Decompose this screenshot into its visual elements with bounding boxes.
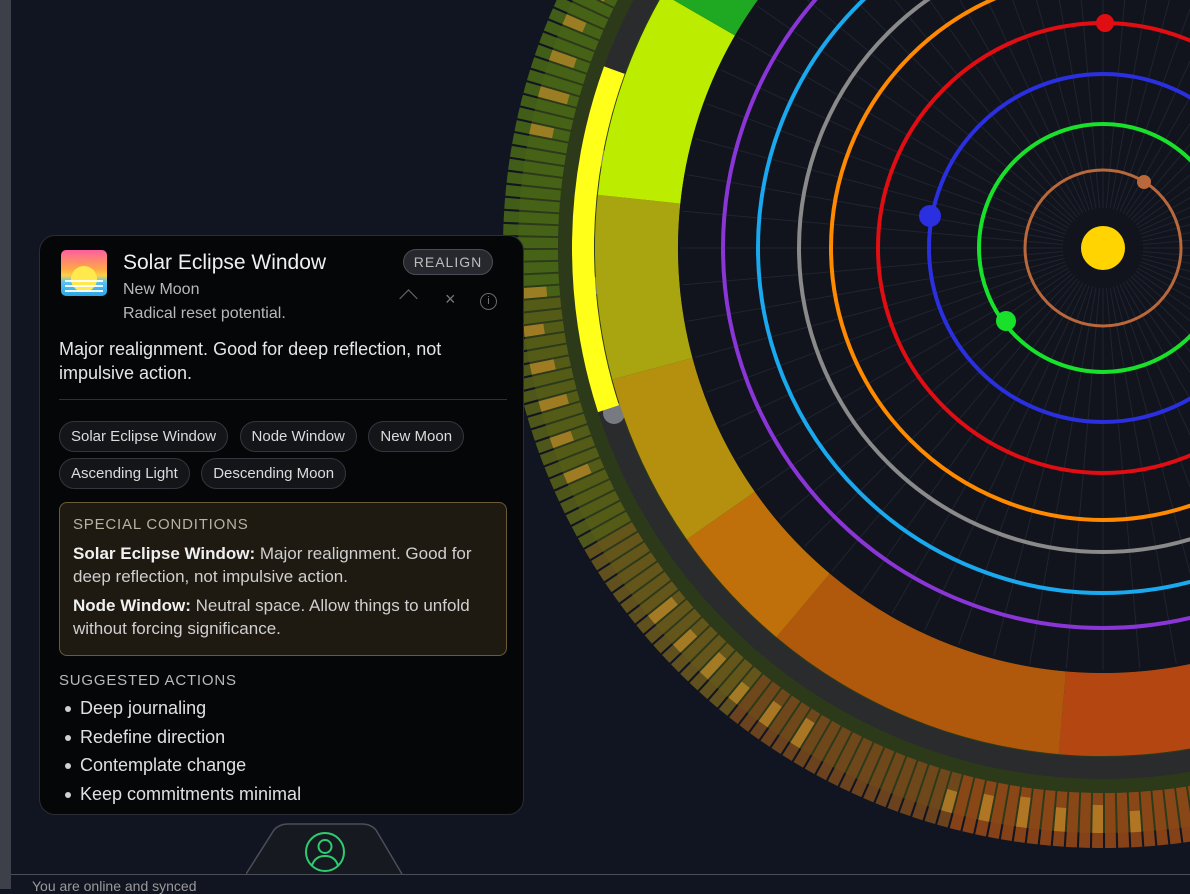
phase-segment	[595, 194, 693, 380]
tag-chip[interactable]: Ascending Light	[59, 458, 190, 489]
tag-list: Solar Eclipse Window Node Window New Moo…	[59, 421, 519, 495]
condition-item: Node Window: Neutral space. Allow things…	[73, 594, 493, 640]
tag-chip[interactable]: Descending Moon	[201, 458, 347, 489]
phase-info-panel: Solar Eclipse Window New Moon Radical re…	[39, 235, 524, 815]
planet-marker	[996, 311, 1016, 331]
action-item: Deep journaling	[59, 694, 301, 723]
tag-chip[interactable]: New Moon	[368, 421, 465, 452]
planet-marker	[1137, 175, 1151, 189]
action-item: Keep commitments minimal	[59, 780, 301, 809]
suggested-actions-heading: SUGGESTED ACTIONS	[59, 672, 237, 689]
profile-tab[interactable]	[246, 822, 404, 876]
action-item: Contemplate change	[59, 751, 301, 780]
condition-name: Node Window:	[73, 596, 191, 615]
close-icon[interactable]: ×	[445, 289, 456, 310]
suggested-actions-list: Deep journaling Redefine direction Conte…	[59, 694, 301, 808]
planet-marker	[919, 205, 941, 227]
action-item: Redefine direction	[59, 723, 301, 752]
chevron-up-icon[interactable]	[399, 289, 418, 308]
panel-subtitle: New Moon	[123, 281, 200, 298]
sun	[1081, 226, 1125, 270]
tag-chip[interactable]: Solar Eclipse Window	[59, 421, 229, 452]
tag-chip[interactable]: Node Window	[239, 421, 357, 452]
panel-description: Major realignment. Good for deep reflect…	[59, 339, 442, 383]
panel-tagline: Radical reset potential.	[123, 305, 286, 322]
panel-title: Solar Eclipse Window	[123, 251, 327, 274]
divider	[59, 399, 507, 400]
planet-marker	[1096, 14, 1114, 32]
condition-item: Solar Eclipse Window: Major realignment.…	[73, 542, 493, 588]
outer-tick	[1104, 792, 1117, 848]
outer-tick-highlight	[1129, 810, 1142, 833]
outer-tick-highlight	[1092, 804, 1103, 833]
info-icon[interactable]: i	[480, 293, 497, 310]
status-divider	[11, 874, 1190, 875]
sunrise-icon	[61, 250, 107, 296]
status-text: You are online and synced	[32, 878, 197, 894]
outer-tick-highlight	[1054, 807, 1067, 832]
special-conditions-heading: SPECIAL CONDITIONS	[73, 516, 249, 533]
phase-badge: REALIGN	[403, 249, 493, 275]
special-conditions-box: SPECIAL CONDITIONS Solar Eclipse Window:…	[59, 502, 507, 656]
condition-name: Solar Eclipse Window:	[73, 544, 256, 563]
